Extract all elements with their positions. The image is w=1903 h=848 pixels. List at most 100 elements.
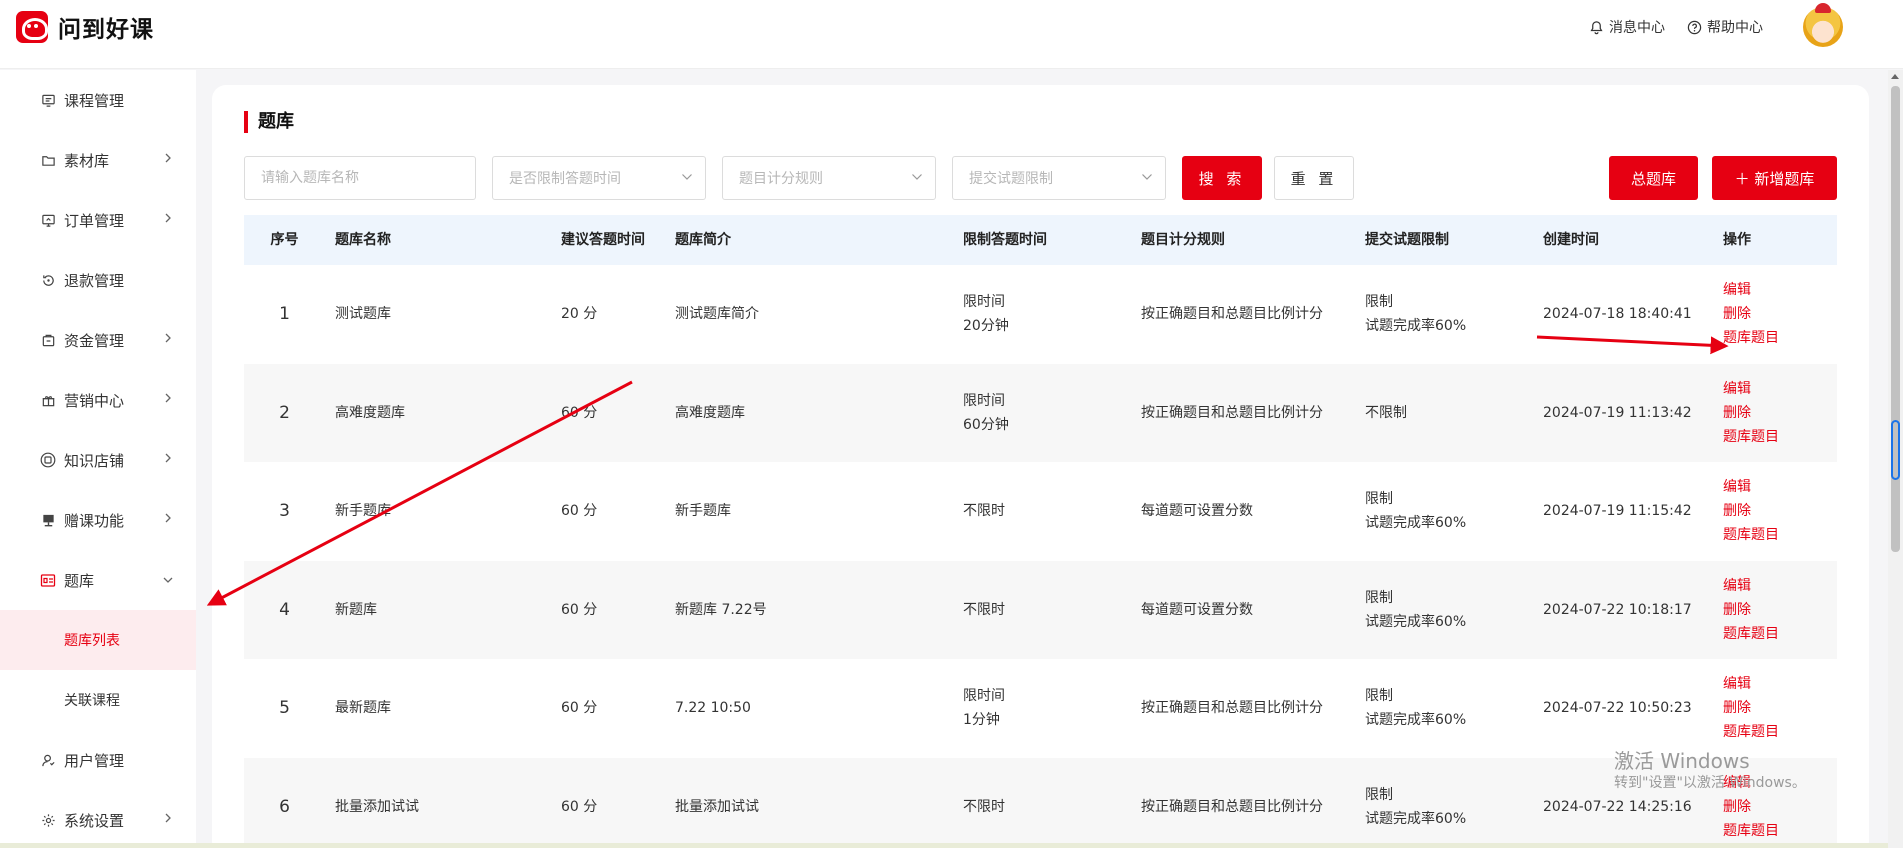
bank-questions-link[interactable]: 题库题目 — [1723, 720, 1837, 744]
help-center-link[interactable]: 帮助中心 — [1687, 17, 1763, 37]
delete-link[interactable]: 删除 — [1723, 696, 1837, 720]
filter-bar: 是否限制答题时间 题目计分规则 提交试题限制 搜 索 重 置 — [244, 156, 1354, 200]
cell-time-limit: 不限时 — [963, 499, 1141, 523]
cell-intro: 新题库 7.22号 — [675, 598, 963, 622]
sidebar-item-marketing[interactable]: 营销中心 — [0, 370, 196, 430]
sidebar-item-course[interactable]: 课程管理 — [0, 70, 196, 130]
table-row: 3 新手题库 60 分新手题库 不限时 每道题可设置分数 限制 试题完成率60% 2024-0… — [244, 462, 1837, 561]
cell-scoring-rule-text: 按正确题目和总题目比例计分 — [1141, 700, 1323, 717]
top-header: 问到好课 消息中心 帮助中心 — [0, 0, 1903, 69]
message-center-link[interactable]: 消息中心 — [1589, 17, 1665, 37]
gift-course-icon — [40, 512, 56, 528]
page-scrollbar[interactable] — [1888, 70, 1903, 848]
cell-actions: 编辑 删除 题库题目 — [1723, 377, 1837, 449]
cell-name: 新题库 — [325, 598, 561, 622]
col-scoring-rule: 题目计分规则 — [1141, 232, 1225, 248]
submit-limit-select[interactable]: 提交试题限制 — [952, 156, 1166, 200]
cell-name-text: 测试题库 — [335, 306, 391, 323]
sidebar-sub-quiz-list[interactable]: 题库列表 — [0, 610, 196, 670]
cell-submit-limit-text: 试题完成率60% — [1365, 810, 1467, 827]
cell-submit-limit-text: 试题完成率60% — [1365, 318, 1467, 335]
cell-intro-text: 7.22 10:50 — [675, 700, 751, 717]
cell-time-limit-text: 不限时 — [963, 503, 1005, 520]
cell-name: 高难度题库 — [325, 401, 561, 425]
cell-created-text: 2024-07-19 11:15:42 — [1543, 503, 1692, 520]
sidebar-item-materials[interactable]: 素材库 — [0, 130, 196, 190]
col-time-limit: 限制答题时间 — [963, 232, 1047, 248]
delete-link[interactable]: 删除 — [1723, 499, 1837, 523]
header-actions: 消息中心 帮助中心 — [1567, 3, 1843, 47]
sidebar-item-users[interactable]: 用户管理 — [0, 730, 196, 790]
delete-link[interactable]: 删除 — [1723, 302, 1837, 326]
cell-created-text: 2024-07-22 14:25:16 — [1543, 798, 1692, 815]
cell-suggest-time-text: 20 分 — [561, 306, 598, 323]
cell-no-text: 1 — [279, 304, 290, 325]
cell-scoring-rule-text: 按正确题目和总题目比例计分 — [1141, 306, 1323, 323]
edit-link[interactable]: 编辑 — [1723, 475, 1837, 499]
scoring-rule-select[interactable]: 题目计分规则 — [722, 156, 936, 200]
sidebar-item-shop[interactable]: 知识店铺 — [0, 430, 196, 490]
edit-link[interactable]: 编辑 — [1723, 278, 1837, 302]
reset-button[interactable]: 重 置 — [1274, 156, 1354, 200]
bank-questions-link[interactable]: 题库题目 — [1723, 523, 1837, 547]
sidebar-item-funds[interactable]: 资金管理 — [0, 310, 196, 370]
all-banks-button[interactable]: 总题库 — [1609, 156, 1698, 200]
cell-scoring-rule-text: 每道题可设置分数 — [1141, 601, 1253, 618]
sidebar-item-orders[interactable]: 订单管理 — [0, 190, 196, 250]
cell-no-text: 5 — [279, 698, 290, 719]
sidebar-item-settings[interactable]: 系统设置 — [0, 790, 196, 848]
cell-scoring-rule-text: 按正确题目和总题目比例计分 — [1141, 798, 1323, 815]
chevron-right-icon — [165, 213, 171, 223]
logo[interactable]: 问到好课 — [16, 10, 154, 44]
add-bank-button[interactable]: ＋ 新增题库 — [1712, 156, 1837, 200]
chevron-right-icon — [165, 813, 171, 823]
bank-questions-link[interactable]: 题库题目 — [1723, 622, 1837, 646]
bank-questions-link[interactable]: 题库题目 — [1723, 425, 1837, 449]
cell-actions: 编辑 删除 题库题目 — [1723, 574, 1837, 646]
cell-name: 测试题库 — [325, 302, 561, 326]
bank-name-input[interactable] — [244, 156, 476, 200]
windows-activation-watermark: 激活 Windows 转到"设置"以激活 Windows。 — [1614, 748, 1806, 792]
cell-intro-text: 测试题库简介 — [675, 306, 759, 323]
cell-scoring-rule: 按正确题目和总题目比例计分 — [1141, 795, 1365, 819]
cell-time-limit-text: 60分钟 — [963, 416, 1009, 433]
cell-time-limit-text: 限时间 — [963, 688, 1005, 705]
col-name: 题库名称 — [335, 232, 391, 248]
edit-link[interactable]: 编辑 — [1723, 377, 1837, 401]
edit-link[interactable]: 编辑 — [1723, 574, 1837, 598]
cell-actions: 编辑 删除 题库题目 — [1723, 278, 1837, 350]
cell-no-text: 2 — [279, 402, 290, 423]
cell-scoring-rule-text: 按正确题目和总题目比例计分 — [1141, 404, 1323, 421]
avatar[interactable] — [1803, 3, 1843, 47]
delete-link[interactable]: 删除 — [1723, 795, 1837, 819]
cell-time-limit-text: 不限时 — [963, 798, 1005, 815]
delete-link[interactable]: 删除 — [1723, 401, 1837, 425]
cell-created-text: 2024-07-22 10:50:23 — [1543, 700, 1692, 717]
chevron-right-icon — [165, 393, 171, 403]
quiz-icon — [40, 572, 56, 588]
cell-intro: 测试题库简介 — [675, 302, 963, 326]
sidebar-item-refunds[interactable]: 退款管理 — [0, 250, 196, 310]
sidebar-item-quiz-bank[interactable]: 题库 — [0, 550, 196, 610]
sidebar-item-label: 知识店铺 — [64, 451, 125, 470]
search-button[interactable]: 搜 索 — [1182, 156, 1262, 200]
scroll-up-arrow-icon[interactable] — [1891, 74, 1899, 79]
scrollbar-thumb[interactable] — [1891, 86, 1900, 552]
cell-created: 2024-07-19 11:15:42 — [1543, 499, 1723, 523]
cell-suggest-time-text: 60 分 — [561, 798, 598, 815]
time-limit-select[interactable]: 是否限制答题时间 — [492, 156, 706, 200]
scroll-marker — [1891, 420, 1900, 480]
cell-intro: 新手题库 — [675, 499, 963, 523]
submit-limit-placeholder: 提交试题限制 — [969, 171, 1053, 187]
cell-time-limit-text: 不限时 — [963, 601, 1005, 618]
col-suggest-time: 建议答题时间 — [561, 232, 645, 248]
edit-link[interactable]: 编辑 — [1723, 672, 1837, 696]
cell-submit-limit-text: 限制 — [1365, 786, 1393, 803]
sidebar-sub-linked-courses[interactable]: 关联课程 — [0, 670, 196, 730]
sidebar-item-gift-course[interactable]: 赠课功能 — [0, 490, 196, 550]
delete-link[interactable]: 删除 — [1723, 598, 1837, 622]
bank-questions-link[interactable]: 题库题目 — [1723, 326, 1837, 350]
bank-questions-link[interactable]: 题库题目 — [1723, 819, 1837, 843]
gift-icon — [40, 392, 56, 408]
cell-submit-limit: 不限制 — [1365, 401, 1543, 425]
